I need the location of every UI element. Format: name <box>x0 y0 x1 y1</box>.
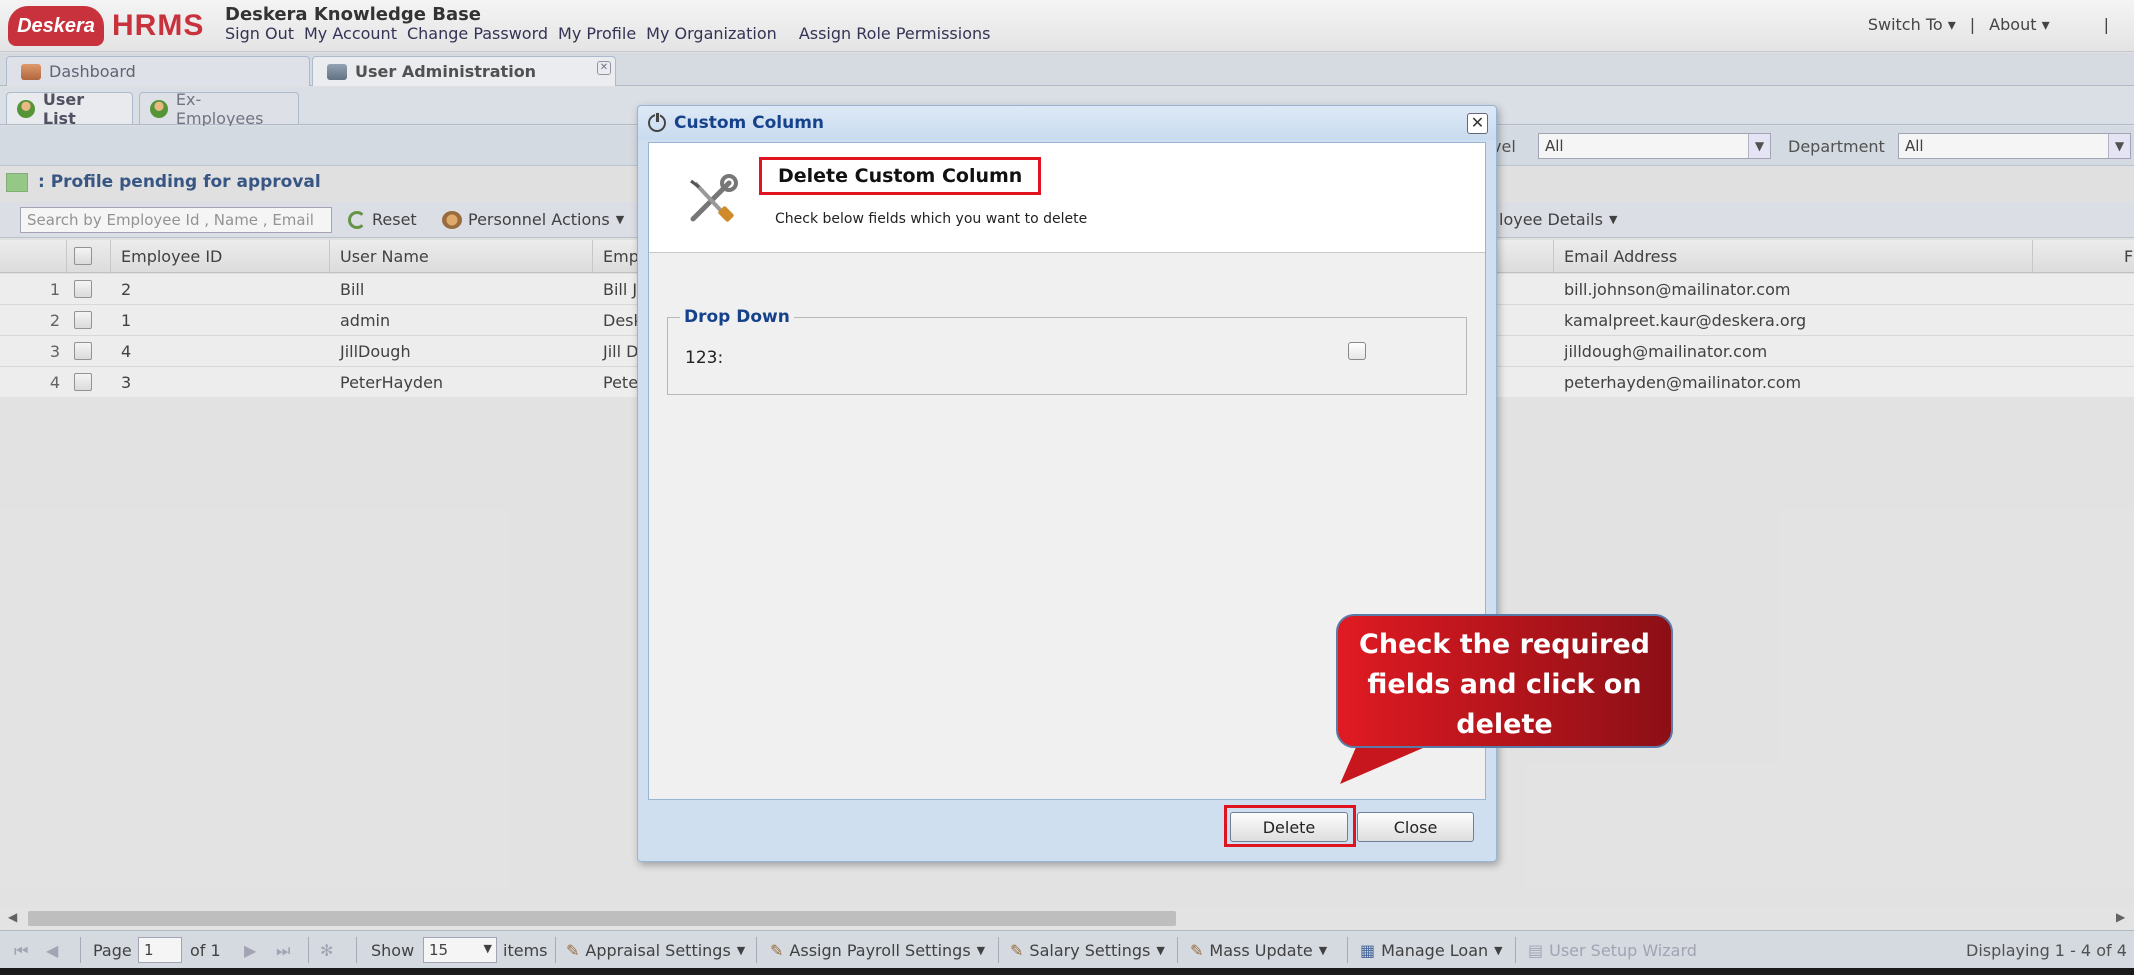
field-label: 123: <box>685 348 724 368</box>
power-icon <box>648 112 666 132</box>
dialog-title: Custom Column <box>674 113 825 133</box>
field-checkbox[interactable] <box>1348 342 1366 360</box>
right-nav: Switch To ▾ | About ▾ | <box>1868 15 2109 34</box>
dialog-header-title: Delete Custom Column <box>759 157 1042 195</box>
close-button[interactable]: Close <box>1357 812 1474 842</box>
top-nav: Sign Out My Account Change Password My P… <box>225 24 990 43</box>
window-bottom-edge <box>0 968 2134 975</box>
about-menu[interactable]: About ▾ <box>1989 15 2049 34</box>
drop-down-fieldset: Drop Down 123: <box>667 307 1467 395</box>
company-name: Deskera Knowledge Base <box>225 4 482 25</box>
fieldset-legend: Drop Down <box>680 307 794 327</box>
my-organization-link[interactable]: My Organization <box>646 24 777 43</box>
deskera-hrms-logo[interactable]: Deskera HRMS <box>8 6 204 46</box>
dialog-header: Delete Custom Column Check below fields … <box>649 143 1485 253</box>
switch-to-menu[interactable]: Switch To ▾ <box>1868 15 1956 34</box>
instruction-callout: Check the required fields and click on d… <box>1336 614 1673 748</box>
separator: | <box>2103 15 2109 34</box>
tools-icon <box>690 174 738 222</box>
logo-cloud: Deskera <box>8 6 104 46</box>
app-header: Deskera HRMS Deskera Knowledge Base Sign… <box>0 0 2134 52</box>
close-icon[interactable]: ✕ <box>1467 113 1488 134</box>
dialog-header-description: Check below fields which you want to del… <box>775 211 1088 227</box>
dialog-titlebar[interactable]: Custom Column <box>638 106 1496 140</box>
assign-role-permissions-link[interactable]: Assign Role Permissions <box>799 24 991 43</box>
delete-button[interactable]: Delete <box>1230 812 1348 842</box>
logo-text: HRMS <box>112 9 205 42</box>
about-label: About <box>1989 15 2037 34</box>
change-password-link[interactable]: Change Password <box>407 24 548 43</box>
separator: | <box>1969 15 1976 34</box>
my-profile-link[interactable]: My Profile <box>558 24 636 43</box>
chevron-down-icon: ▾ <box>1947 15 1956 34</box>
chevron-down-icon: ▾ <box>2041 15 2050 34</box>
my-account-link[interactable]: My Account <box>304 24 397 43</box>
sign-out-link[interactable]: Sign Out <box>225 24 294 43</box>
switch-to-label: Switch To <box>1867 15 1943 34</box>
